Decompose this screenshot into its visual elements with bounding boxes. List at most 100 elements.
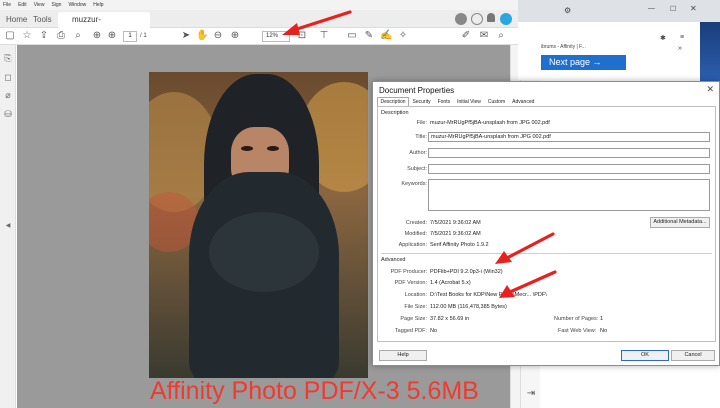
pdf-version-value: 1.4 (Acrobat 5.x) <box>430 280 471 286</box>
tab-document[interactable]: muzzur-MrRUgPf5jk... ✕ <box>58 12 150 40</box>
tagged-pdf-value: No <box>430 328 438 334</box>
caption-text: Affinity Photo PDF/X-3 5.6MB <box>150 377 479 405</box>
application-value: Serif Affinity Photo 1.9.2 <box>430 242 489 248</box>
created-label: Created: <box>405 220 427 226</box>
location-label: Location: <box>404 292 427 298</box>
attachment-icon[interactable]: ⌀ <box>3 90 13 100</box>
modified-value: 7/5/2021 9:36:02 AM <box>430 231 481 237</box>
email-icon[interactable]: ✉ <box>478 30 490 42</box>
close-icon[interactable]: ✕ <box>706 84 714 95</box>
menu-edit[interactable]: Edit <box>18 2 27 8</box>
help-button[interactable]: Help <box>379 350 427 361</box>
pdf-version-label: PDF Version: <box>394 280 427 286</box>
cursor-icon[interactable]: ➤ <box>180 30 192 42</box>
previous-page-icon[interactable]: ⊕ <box>91 30 103 42</box>
avatar[interactable] <box>500 13 512 25</box>
print-icon[interactable]: ⎙ <box>55 30 67 42</box>
browser-tab-title[interactable]: ibrums - Affinity | F... <box>541 42 649 52</box>
annotation-arrow-zoom <box>282 10 352 35</box>
section-description: Description <box>381 110 409 116</box>
modified-label: Modified: <box>404 231 427 237</box>
pdf-producer-label: PDF Producer: <box>390 269 427 275</box>
bookmark-icon[interactable]: ◻ <box>3 72 13 82</box>
fast-web-view-label: Fast Web View: <box>558 328 597 334</box>
zoom-in-icon[interactable]: ⊕ <box>229 30 241 42</box>
annotation-arrow-producer <box>495 232 555 264</box>
search-icon[interactable]: ⌕ <box>72 30 84 42</box>
menu-window[interactable]: Window <box>68 2 86 8</box>
pen-icon[interactable]: ✎ <box>363 30 375 42</box>
section-advanced: Advanced <box>381 257 406 263</box>
created-value: 7/5/2021 9:36:02 AM <box>430 220 481 226</box>
pin-icon[interactable]: ✱ <box>660 34 666 42</box>
chevron-right-icon[interactable]: » <box>678 45 682 52</box>
layers-icon[interactable]: ⛁ <box>3 109 13 119</box>
bell-icon[interactable] <box>487 13 495 22</box>
page-total: / 1 <box>140 33 147 39</box>
document-photo <box>149 72 368 378</box>
tab-initial-view[interactable]: Initial View <box>454 97 485 106</box>
menu-sign[interactable]: Sign <box>51 2 61 8</box>
desktop-background <box>700 22 720 82</box>
tab-home[interactable]: Home <box>6 12 27 28</box>
close-window-icon[interactable]: ✕ <box>690 4 697 13</box>
file-value: muzur-MrRUgPf5jBA-unsplash from JPG 002.… <box>430 120 550 126</box>
next-page-button[interactable]: Next page → <box>541 55 626 70</box>
stamp-icon[interactable]: ✧ <box>397 30 409 42</box>
maximize-icon[interactable]: ☐ <box>670 5 676 13</box>
application-label: Application: <box>398 242 427 248</box>
file-size-value: 112.00 MB (116,478,385 Bytes) <box>430 304 507 310</box>
tab-advanced[interactable]: Advanced <box>509 97 538 106</box>
help-icon[interactable] <box>471 13 483 25</box>
next-page-icon[interactable]: ⊕ <box>106 30 118 42</box>
tab-bar: Home Tools muzzur-MrRUgPf5jk... ✕ <box>0 10 518 40</box>
author-field[interactable] <box>428 148 710 158</box>
gear-icon[interactable]: ⚙ <box>564 6 571 15</box>
pdf-producer-value: PDFlib+PDI 9.2.0p3-i (Win32) <box>430 269 503 275</box>
num-pages-label: Number of Pages: <box>554 316 599 322</box>
menu-help[interactable]: Help <box>93 2 103 8</box>
document-properties-dialog: Document Properties ✕ Description Securi… <box>372 81 720 366</box>
zoom-out-icon[interactable]: ⊖ <box>212 30 224 42</box>
tab-custom[interactable]: Custom <box>484 97 508 106</box>
menu-bar: File Edit View Sign Window Help <box>0 0 518 10</box>
sign-icon[interactable]: ✍ <box>380 30 392 42</box>
tagged-pdf-label: Tagged PDF: <box>394 328 427 334</box>
keywords-label: Keywords: <box>401 181 427 187</box>
tab-description[interactable]: Description <box>377 97 410 106</box>
menu-view[interactable]: View <box>34 2 45 8</box>
upload-icon[interactable]: ⇪ <box>38 30 50 42</box>
cancel-button[interactable]: Cancel <box>671 350 715 361</box>
star-icon[interactable]: ☆ <box>21 30 33 42</box>
keywords-field[interactable] <box>428 179 710 211</box>
chat-icon[interactable] <box>455 13 467 25</box>
page-number-input[interactable]: 1 <box>123 31 137 42</box>
file-label: File: <box>416 120 427 126</box>
ok-button[interactable]: OK <box>621 350 669 361</box>
dialog-title: Document Properties <box>379 86 455 95</box>
create-icon[interactable]: ▢ <box>4 30 16 42</box>
browser-title-bar: ⚙ — ☐ ✕ <box>518 0 720 22</box>
subject-field[interactable] <box>428 164 710 174</box>
minimize-icon[interactable]: — <box>648 5 655 12</box>
tab-security[interactable]: Security <box>409 97 434 106</box>
zoom-icon[interactable]: ⌕ <box>495 30 507 42</box>
file-size-label: File Size: <box>404 304 427 310</box>
expand-icon[interactable]: ⇥ <box>525 388 537 400</box>
title-field[interactable]: muzur-MrRUgPf5jBA-unsplash from JPG 002.… <box>428 132 710 142</box>
additional-metadata-button[interactable]: Additional Metadata... <box>650 217 710 228</box>
hand-icon[interactable]: ✋ <box>196 30 208 42</box>
tab-tools[interactable]: Tools <box>33 12 52 28</box>
page-size-label: Page Size: <box>400 316 427 322</box>
menu-file[interactable]: File <box>3 2 11 8</box>
fast-web-view-value: No <box>600 328 608 334</box>
author-label: Author: <box>409 150 427 156</box>
dialog-body: Description File: muzur-MrRUgPf5jBA-unsp… <box>377 106 716 342</box>
menu-icon[interactable]: ≡ <box>680 34 684 41</box>
collapse-arrow-icon[interactable]: ◀ <box>3 221 13 231</box>
num-pages-value: 1 <box>600 316 604 322</box>
share-icon[interactable]: ✐ <box>460 30 472 42</box>
tab-fonts[interactable]: Fonts <box>434 97 454 106</box>
page-size-value: 37.82 x 56.69 in <box>430 316 470 322</box>
pages-icon[interactable]: ⎘ <box>3 53 13 63</box>
